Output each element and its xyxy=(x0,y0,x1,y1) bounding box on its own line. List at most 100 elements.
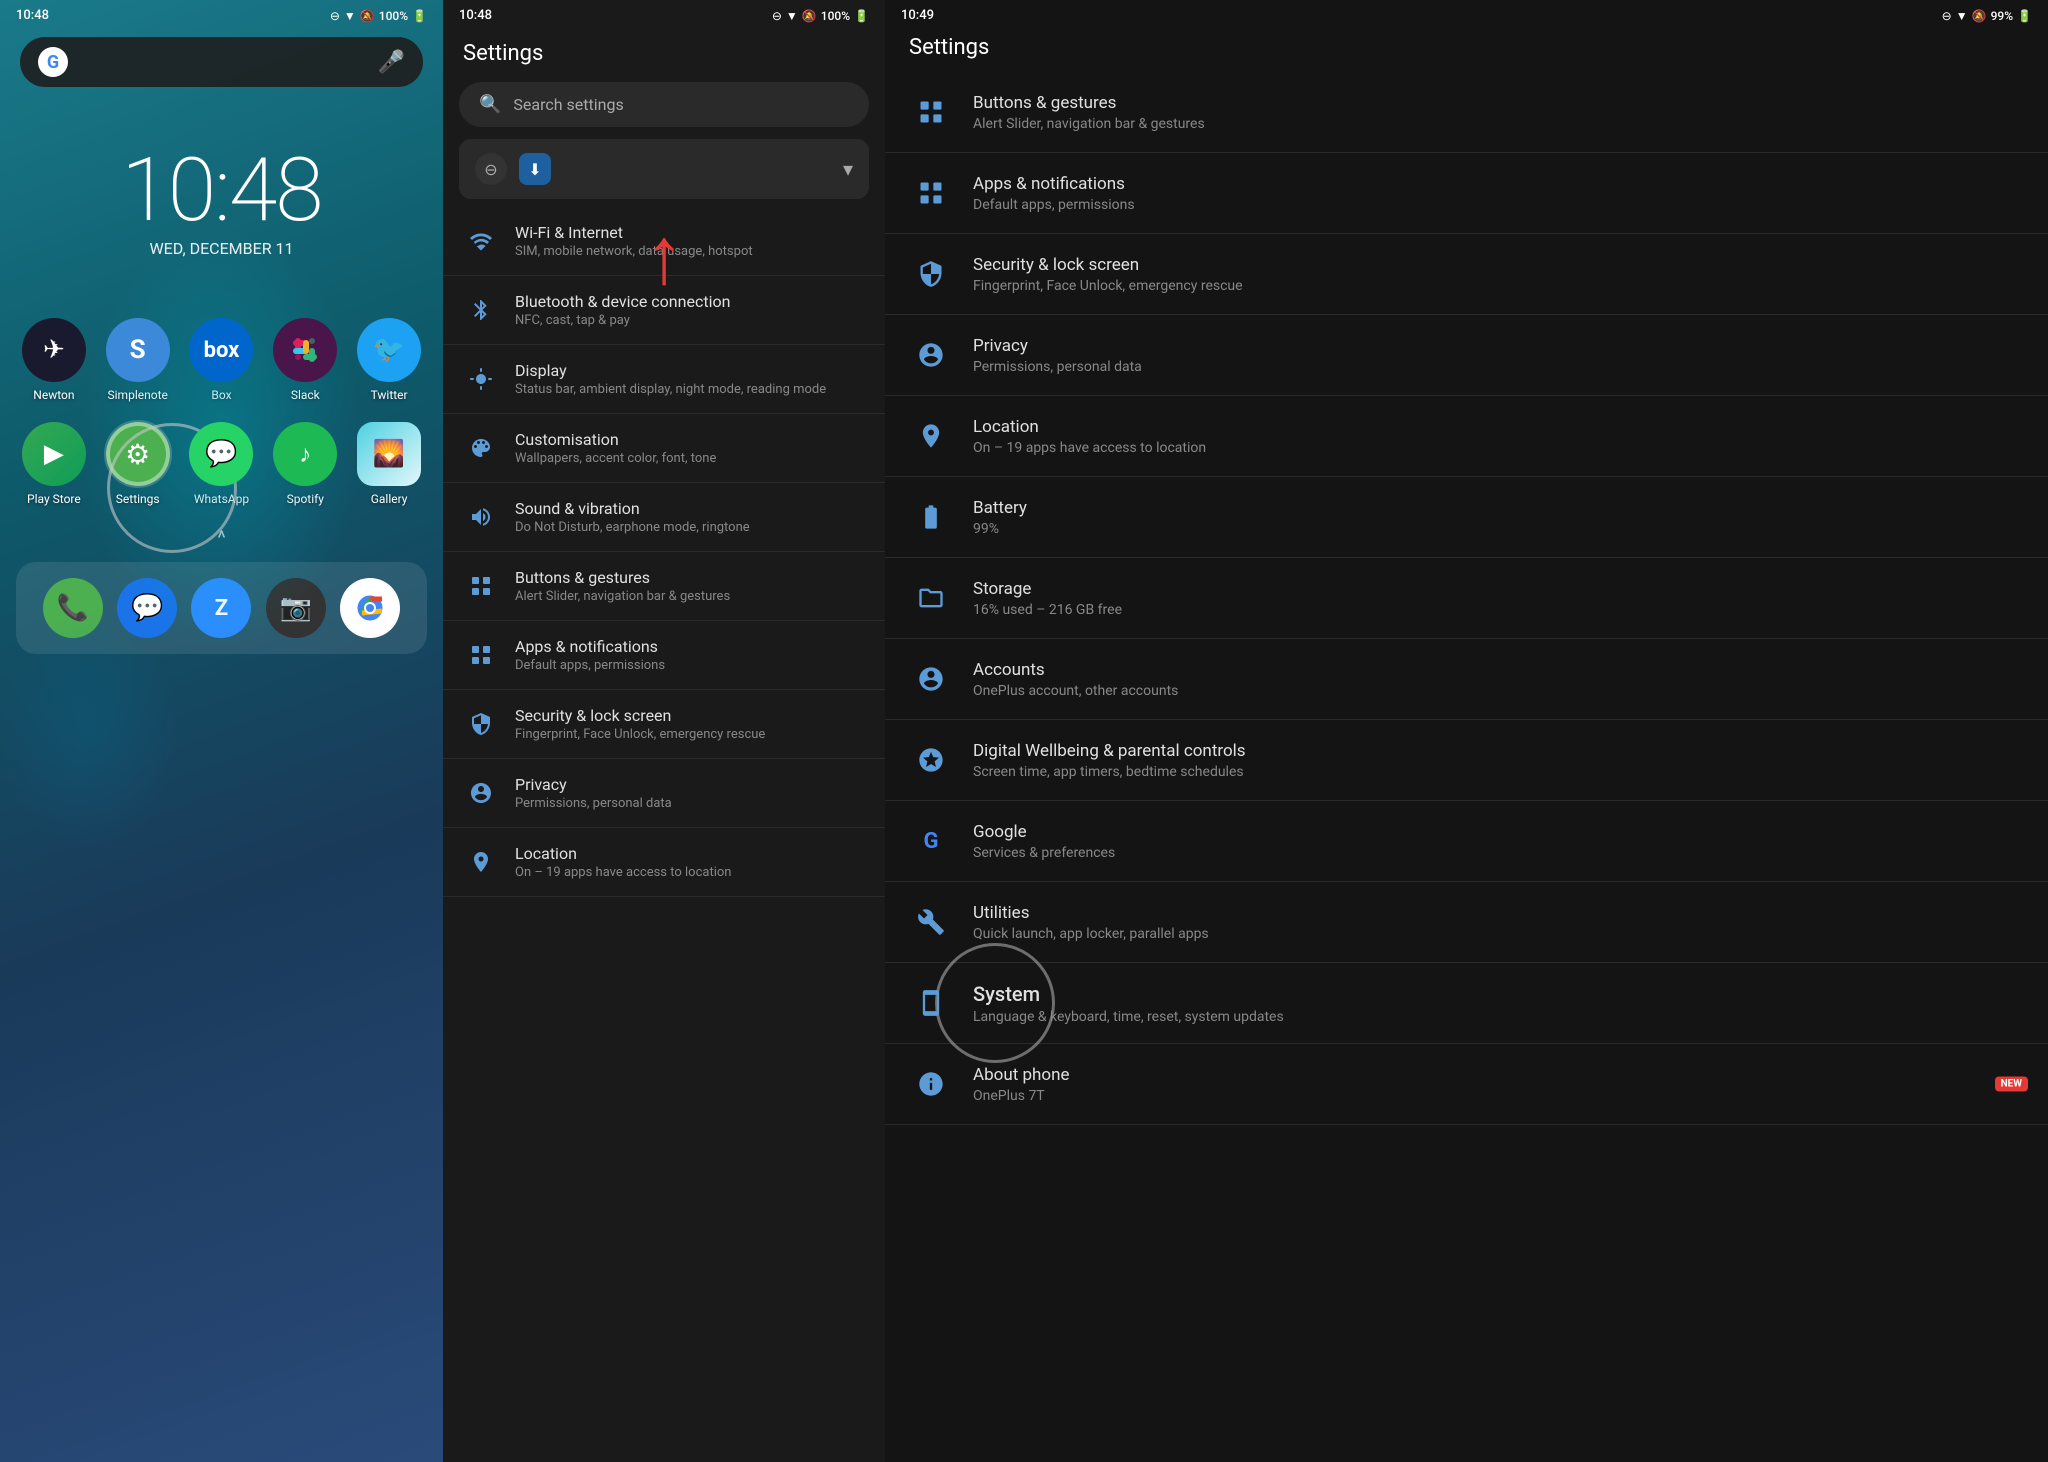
right-privacy[interactable]: Privacy Permissions, personal data xyxy=(885,315,2048,396)
right-utilities-icon xyxy=(909,900,953,944)
quick-toggle-bar[interactable]: ⊖ ⬇ ▾ xyxy=(459,139,869,199)
download-icon: ⬇ xyxy=(528,160,541,179)
settings-right-status-icons: ⊖ ▼ 🔕 99% 🔋 xyxy=(1942,9,2032,23)
dnd-toggle[interactable]: ⊖ xyxy=(475,153,507,185)
right-about-subtitle: OnePlus 7T xyxy=(973,1088,2024,1104)
home-status-right: ⊖ ▼ 🔕 100% 🔋 xyxy=(330,9,427,23)
right-apps-text: Apps & notifications Default apps, permi… xyxy=(973,174,2024,213)
google-search-bar[interactable]: G 🎤 xyxy=(20,37,423,87)
expand-toggle[interactable]: ▾ xyxy=(843,157,853,181)
right-battery-icon xyxy=(909,495,953,539)
sound-title: Sound & vibration xyxy=(515,499,865,518)
dock-camera[interactable]: 📷 xyxy=(266,578,326,638)
app-whatsapp[interactable]: 💬 WhatsApp xyxy=(184,422,260,506)
settings-buttons[interactable]: Buttons & gestures Alert Slider, navigat… xyxy=(443,552,885,621)
right-storage-icon xyxy=(909,576,953,620)
app-simplenote[interactable]: S Simplenote xyxy=(100,318,176,402)
right-accounts[interactable]: Accounts OnePlus account, other accounts xyxy=(885,639,2048,720)
right-accounts-text: Accounts OnePlus account, other accounts xyxy=(973,660,2024,699)
right-apps-notifications[interactable]: Apps & notifications Default apps, permi… xyxy=(885,153,2048,234)
spotify-label: Spotify xyxy=(287,492,324,506)
app-dock: 📞 💬 Z 📷 xyxy=(16,562,427,654)
right-system-title: System xyxy=(973,982,2024,1006)
mic-icon[interactable]: 🎤 xyxy=(378,50,405,75)
right-location[interactable]: Location On – 19 apps have access to loc… xyxy=(885,396,2048,477)
settings-middle-header: Settings xyxy=(443,27,885,74)
settings-middle-time: 10:48 xyxy=(459,8,492,23)
new-badge: NEW xyxy=(1995,1077,2028,1092)
right-about-phone[interactable]: About phone OnePlus 7T NEW xyxy=(885,1044,2048,1125)
home-battery-text: 100% xyxy=(379,9,408,23)
download-toggle[interactable]: ⬇ xyxy=(519,153,551,185)
buttons-title: Buttons & gestures xyxy=(515,568,865,587)
dock-phone[interactable]: 📞 xyxy=(43,578,103,638)
right-utilities-subtitle: Quick launch, app locker, parallel apps xyxy=(973,926,2024,942)
settings-customisation[interactable]: Customisation Wallpapers, accent color, … xyxy=(443,414,885,483)
home-wifi-icon: ▼ xyxy=(344,9,356,23)
app-grid-row2: ▶ Play Store ⚙ Settings 💬 WhatsApp ♪ Spo… xyxy=(0,422,443,506)
settings-apps[interactable]: Apps & notifications Default apps, permi… xyxy=(443,621,885,690)
settings-privacy[interactable]: Privacy Permissions, personal data xyxy=(443,759,885,828)
location-icon xyxy=(463,844,499,880)
right-battery-text: Battery 99% xyxy=(973,498,2024,537)
settings-bluetooth[interactable]: Bluetooth & device connection NFC, cast,… xyxy=(443,276,885,345)
search-placeholder: Search settings xyxy=(513,95,623,114)
simplenote-icon: S xyxy=(106,318,170,382)
privacy-text: Privacy Permissions, personal data xyxy=(515,775,865,811)
right-apps-icon xyxy=(909,171,953,215)
home-volume-icon: 🔕 xyxy=(360,9,375,23)
app-gallery[interactable]: 🌄 Gallery xyxy=(351,422,427,506)
apps-subtitle: Default apps, permissions xyxy=(515,658,865,673)
right-storage-subtitle: 16% used – 216 GB free xyxy=(973,602,2024,618)
wifi-title: Wi-Fi & Internet xyxy=(515,223,865,242)
app-settings[interactable]: ⚙ Settings xyxy=(100,422,176,506)
app-slack[interactable]: Slack xyxy=(267,318,343,402)
dock-chrome[interactable] xyxy=(340,578,400,638)
right-system[interactable]: System Language & keyboard, time, reset,… xyxy=(885,963,2048,1044)
settings-location[interactable]: Location On – 19 apps have access to loc… xyxy=(443,828,885,897)
dock-zoom[interactable]: Z xyxy=(191,578,251,638)
sound-icon xyxy=(463,499,499,535)
right-digital-wellbeing[interactable]: Digital Wellbeing & parental controls Sc… xyxy=(885,720,2048,801)
battery-icon-r: 🔋 xyxy=(2017,9,2032,23)
settings-middle-title: Settings xyxy=(463,41,543,66)
display-settings-icon xyxy=(463,361,499,397)
right-battery[interactable]: Battery 99% xyxy=(885,477,2048,558)
app-newton[interactable]: ✈ Newton xyxy=(16,318,92,402)
whatsapp-icon: 💬 xyxy=(189,422,253,486)
right-utilities[interactable]: Utilities Quick launch, app locker, para… xyxy=(885,882,2048,963)
settings-security[interactable]: Security & lock screen Fingerprint, Face… xyxy=(443,690,885,759)
zoom-icon: Z xyxy=(215,596,228,621)
buttons-text: Buttons & gestures Alert Slider, navigat… xyxy=(515,568,865,604)
right-about-text: About phone OnePlus 7T xyxy=(973,1065,2024,1104)
settings-right-title: Settings xyxy=(909,35,989,60)
signal-icon-r: ⊖ xyxy=(1942,9,1952,23)
right-system-icon xyxy=(909,981,953,1025)
right-buttons-gestures[interactable]: Buttons & gestures Alert Slider, navigat… xyxy=(885,72,2048,153)
right-storage[interactable]: Storage 16% used – 216 GB free xyxy=(885,558,2048,639)
wifi-subtitle: SIM, mobile network, data usage, hotspot xyxy=(515,244,865,259)
battery-icon: 🔋 xyxy=(854,9,869,23)
settings-middle-statusbar: 10:48 ⊖ ▼ 🔕 100% 🔋 xyxy=(443,0,885,27)
app-playstore[interactable]: ▶ Play Store xyxy=(16,422,92,506)
app-spotify[interactable]: ♪ Spotify xyxy=(267,422,343,506)
right-security[interactable]: Security & lock screen Fingerprint, Face… xyxy=(885,234,2048,315)
dock-messages[interactable]: 💬 xyxy=(117,578,177,638)
right-security-icon xyxy=(909,252,953,296)
app-twitter[interactable]: 🐦 Twitter xyxy=(351,318,427,402)
settings-search-bar[interactable]: 🔍 Search settings xyxy=(459,82,869,127)
settings-panel-middle: 10:48 ⊖ ▼ 🔕 100% 🔋 Settings 🔍 Search set… xyxy=(443,0,885,1462)
settings-right-list: Buttons & gestures Alert Slider, navigat… xyxy=(885,72,2048,1462)
settings-wifi[interactable]: Wi-Fi & Internet SIM, mobile network, da… xyxy=(443,207,885,276)
apps-icon xyxy=(463,637,499,673)
right-storage-title: Storage xyxy=(973,579,2024,599)
home-screen: 10:48 ⊖ ▼ 🔕 100% 🔋 G 🎤 10:48 WED, DECEMB… xyxy=(0,0,443,1462)
settings-sound[interactable]: Sound & vibration Do Not Disturb, earpho… xyxy=(443,483,885,552)
location-subtitle: On – 19 apps have access to location xyxy=(515,865,865,880)
right-google[interactable]: G Google Services & preferences xyxy=(885,801,2048,882)
spotify-icon: ♪ xyxy=(273,422,337,486)
settings-display[interactable]: Display Status bar, ambient display, nig… xyxy=(443,345,885,414)
right-security-text: Security & lock screen Fingerprint, Face… xyxy=(973,255,2024,294)
newton-label: Newton xyxy=(33,388,74,402)
app-box[interactable]: box Box xyxy=(184,318,260,402)
